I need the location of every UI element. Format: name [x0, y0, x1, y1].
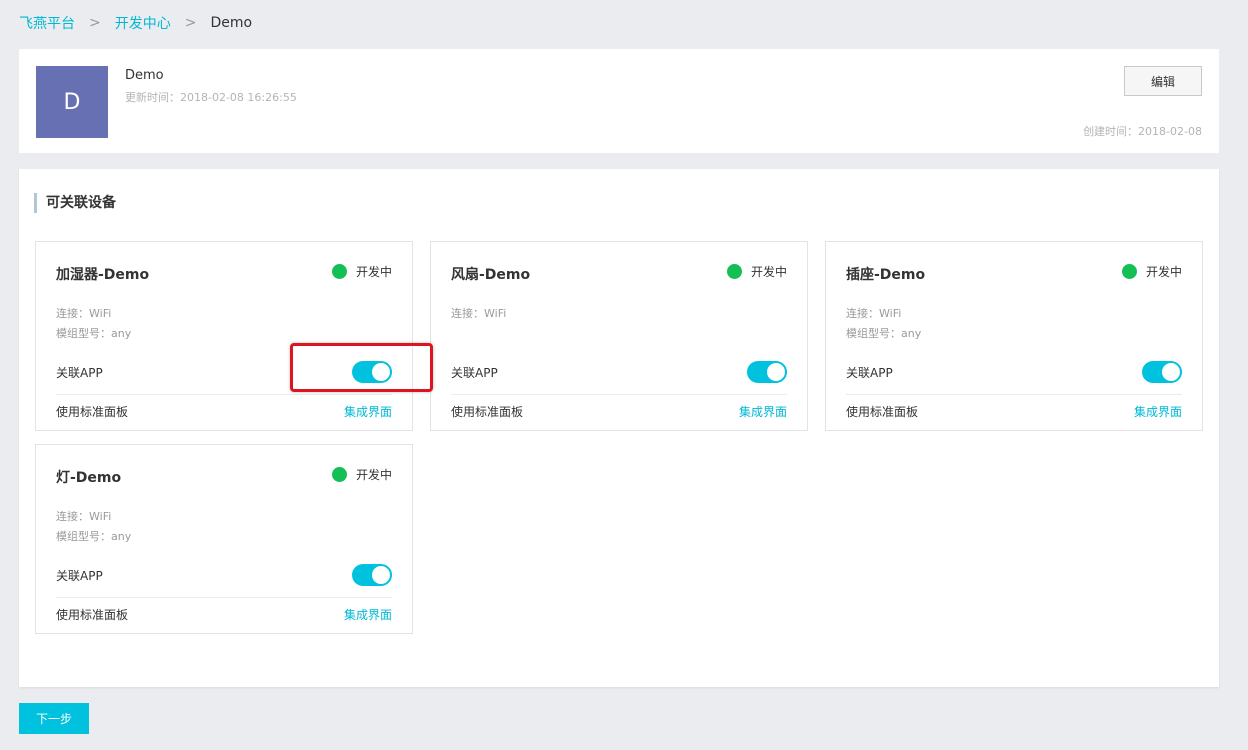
- device-name: 加湿器-Demo: [56, 267, 150, 283]
- link-app-label: 关联APP: [56, 366, 103, 380]
- divider: [451, 394, 787, 395]
- device-connection: 连接：WiFi: [56, 307, 112, 320]
- breadcrumb-separator-icon: >: [89, 15, 101, 31]
- highlight-annotation: [290, 343, 433, 392]
- project-updated-time: 更新时间：2018-02-08 16:26:55: [125, 91, 297, 104]
- link-app-toggle[interactable]: [747, 361, 787, 383]
- device-status: 开发中: [331, 263, 392, 280]
- project-avatar: D: [36, 66, 108, 138]
- device-status-label: 开发中: [750, 265, 787, 279]
- device-status-label: 开发中: [1145, 265, 1182, 279]
- standard-panel-label: 使用标准面板: [451, 405, 524, 419]
- integrate-ui-link[interactable]: 集成界面: [1134, 403, 1182, 420]
- divider: [846, 394, 1182, 395]
- link-app-label: 关联APP: [56, 569, 103, 583]
- device-model: 模组型号：any: [56, 327, 132, 340]
- standard-panel-label: 使用标准面板: [56, 405, 129, 419]
- device-name: 灯-Demo: [56, 470, 122, 486]
- status-dot-icon: [1121, 264, 1137, 279]
- device-connection: 连接：WiFi: [846, 307, 902, 320]
- breadcrumb-item-dev-center[interactable]: 开发中心: [115, 13, 171, 33]
- link-app-toggle[interactable]: [1142, 361, 1182, 383]
- standard-panel-label: 使用标准面板: [56, 608, 129, 622]
- status-dot-icon: [726, 264, 742, 279]
- device-status-label: 开发中: [355, 468, 392, 482]
- device-status-label: 开发中: [355, 265, 392, 279]
- integrate-ui-link[interactable]: 集成界面: [344, 403, 392, 420]
- integrate-ui-link[interactable]: 集成界面: [739, 403, 787, 420]
- device-card-fan: 风扇-Demo 开发中 连接：WiFi 关联APP 使用标准面板 集成界面: [430, 241, 808, 431]
- device-card-humidifier: 加湿器-Demo 开发中 连接：WiFi 模组型号：any 关联APP 使用标准…: [35, 241, 413, 431]
- breadcrumb-item-platform[interactable]: 飞燕平台: [19, 13, 75, 33]
- edit-button[interactable]: 编辑: [1124, 66, 1202, 96]
- status-dot-icon: [331, 467, 347, 482]
- project-card: D Demo 更新时间：2018-02-08 16:26:55 编辑 创建时间：…: [19, 49, 1219, 153]
- toggle-knob: [767, 363, 785, 381]
- breadcrumb: 飞燕平台 > 开发中心 > Demo: [19, 13, 252, 33]
- project-created-time: 创建时间：2018-02-08: [1083, 125, 1202, 138]
- device-status: 开发中: [331, 466, 392, 483]
- divider: [56, 394, 392, 395]
- device-status: 开发中: [726, 263, 787, 280]
- link-app-label: 关联APP: [451, 366, 498, 380]
- devices-panel: 可关联设备 加湿器-Demo 开发中 连接：WiFi 模组型号：any 关联AP…: [19, 169, 1219, 687]
- breadcrumb-separator-icon: >: [184, 15, 197, 31]
- device-name: 插座-Demo: [846, 267, 926, 283]
- link-app-label: 关联APP: [846, 366, 893, 380]
- section-title: 可关联设备: [34, 193, 116, 213]
- status-dot-icon: [331, 264, 347, 279]
- device-card-socket: 插座-Demo 开发中 连接：WiFi 模组型号：any 关联APP 使用标准面…: [825, 241, 1203, 431]
- device-name: 风扇-Demo: [451, 267, 531, 283]
- breadcrumb-item-current: Demo: [210, 15, 253, 31]
- device-connection: 连接：WiFi: [451, 307, 507, 320]
- next-step-button[interactable]: 下一步: [19, 703, 89, 734]
- toggle-knob: [372, 566, 390, 584]
- device-model: 模组型号：any: [846, 327, 922, 340]
- divider: [56, 597, 392, 598]
- integrate-ui-link[interactable]: 集成界面: [344, 606, 392, 623]
- device-status: 开发中: [1121, 263, 1182, 280]
- device-connection: 连接：WiFi: [56, 510, 112, 523]
- device-card-light: 灯-Demo 开发中 连接：WiFi 模组型号：any 关联APP 使用标准面板…: [35, 444, 413, 634]
- device-model: 模组型号：any: [56, 530, 132, 543]
- link-app-toggle[interactable]: [352, 564, 392, 586]
- project-name: Demo: [125, 68, 164, 83]
- standard-panel-label: 使用标准面板: [846, 405, 919, 419]
- toggle-knob: [1162, 363, 1180, 381]
